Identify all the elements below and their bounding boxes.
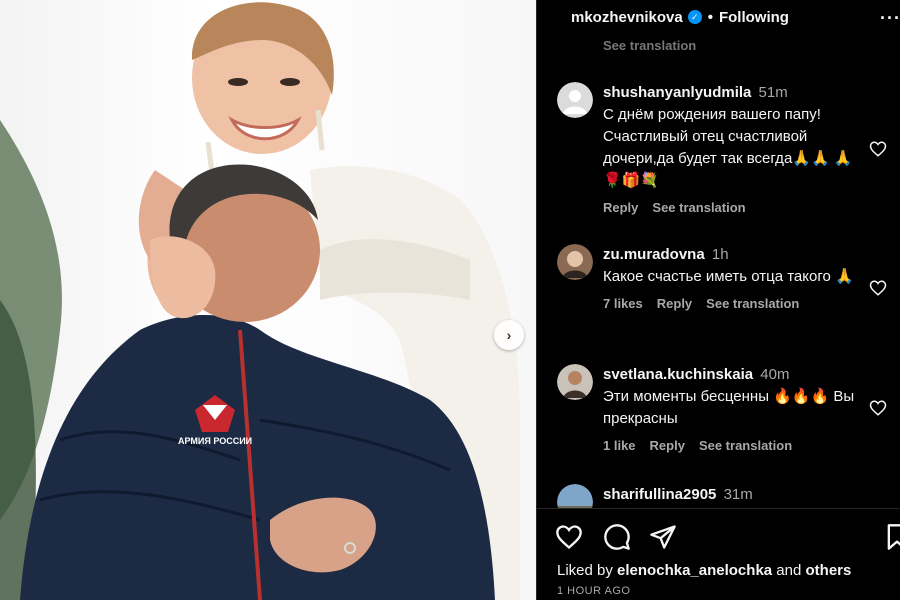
- comment-time: 31m: [723, 486, 753, 503]
- post-side-panel: mkozhevnikova ✓ • Following ··· See tran…: [536, 0, 900, 600]
- comment-time: 1h: [711, 246, 729, 263]
- post-actions-bar: [537, 508, 900, 551]
- user-photo-avatar: [557, 364, 593, 400]
- photo-illustration: [0, 2, 520, 600]
- liked-by-prefix: Liked by: [557, 562, 613, 579]
- save-bookmark-icon[interactable]: [883, 523, 900, 551]
- comment-text: С днём рождения вашего папу! Счастливый …: [603, 106, 853, 189]
- comment-likes[interactable]: 7 likes: [603, 296, 643, 311]
- liked-by-others[interactable]: others: [806, 562, 852, 579]
- post-photo[interactable]: АРМИЯ РОССИИ ›: [0, 0, 536, 600]
- liked-by-and: and: [776, 562, 802, 579]
- user-photo-avatar: [557, 484, 593, 508]
- avatar[interactable]: [557, 484, 593, 508]
- share-paper-plane-icon[interactable]: [649, 523, 677, 551]
- avatar[interactable]: [557, 244, 593, 280]
- comments-list[interactable]: See translation shushanyanlyudmila 51m С…: [537, 34, 900, 508]
- post-username[interactable]: mkozhevnikova: [571, 9, 683, 26]
- comment-time: 40m: [760, 366, 790, 383]
- post-header: mkozhevnikova ✓ • Following ···: [537, 0, 900, 34]
- reply-button[interactable]: Reply: [650, 438, 685, 453]
- comment-text: Какое счастье иметь отца такого 🙏: [603, 268, 854, 285]
- comment-username[interactable]: shushanyanlyudmila: [603, 84, 751, 101]
- comment-username[interactable]: svetlana.kuchinskaia: [603, 366, 753, 383]
- see-translation-link[interactable]: See translation: [706, 296, 799, 311]
- jacket-patch-text: АРМИЯ РОССИИ: [178, 436, 253, 446]
- separator-dot: •: [707, 8, 713, 26]
- see-translation-link[interactable]: See translation: [699, 438, 792, 453]
- comment-bubble-icon[interactable]: [603, 523, 631, 551]
- comment-time: 51m: [758, 84, 788, 101]
- like-comment-heart-icon[interactable]: [869, 399, 887, 417]
- like-comment-heart-icon[interactable]: [869, 140, 887, 158]
- avatar[interactable]: [557, 364, 593, 400]
- liked-by-user[interactable]: elenochka_anelochka: [617, 562, 772, 579]
- comment-username[interactable]: zu.muradovna: [603, 246, 705, 263]
- reply-button[interactable]: Reply: [603, 200, 638, 215]
- liked-by-line: Liked by elenochka_anelochka and others: [557, 562, 851, 579]
- following-button[interactable]: Following: [719, 9, 789, 26]
- verified-badge-icon: ✓: [687, 10, 702, 24]
- reply-button[interactable]: Reply: [657, 296, 692, 311]
- post-timestamp: 1 HOUR AGO: [557, 585, 631, 597]
- comment-likes[interactable]: 1 like: [603, 438, 636, 453]
- next-photo-button[interactable]: ›: [494, 320, 524, 350]
- comment-username[interactable]: sharifullina2905: [603, 486, 716, 503]
- comment-text: Эти моменты бесценны 🔥🔥🔥 Вы прекрасны: [603, 388, 855, 427]
- more-options-icon[interactable]: ···: [880, 8, 900, 29]
- see-translation-link[interactable]: See translation: [652, 200, 745, 215]
- avatar[interactable]: [557, 82, 593, 118]
- default-avatar-icon: [557, 82, 593, 118]
- user-photo-avatar: [557, 244, 593, 280]
- see-translation-link-partial[interactable]: See translation: [603, 38, 696, 53]
- chevron-right-icon: ›: [506, 327, 512, 343]
- like-comment-heart-icon[interactable]: [869, 279, 887, 297]
- like-heart-icon[interactable]: [555, 523, 583, 551]
